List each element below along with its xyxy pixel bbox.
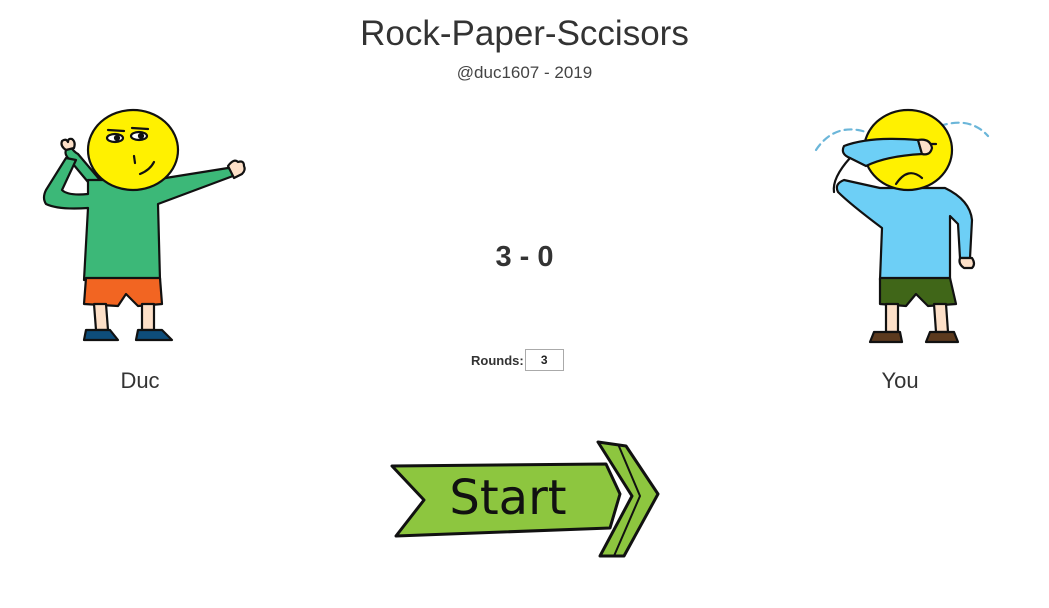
player-right-name: You	[881, 368, 919, 393]
start-label: Start	[449, 470, 566, 526]
rounds-label: Rounds:	[471, 352, 524, 368]
player-left-name: Duc	[120, 368, 160, 393]
player-you-avatar	[810, 108, 995, 353]
start-arrow-icon: Start	[390, 440, 660, 558]
player-duc-avatar	[38, 108, 253, 353]
rounds-control: Rounds:	[471, 348, 564, 372]
page-title: Rock-Paper-Sccisors	[360, 14, 689, 53]
rounds-input[interactable]	[524, 349, 564, 371]
page-subtitle: @duc1607 - 2019	[456, 63, 593, 82]
crying-character-icon	[814, 108, 990, 344]
happy-character-icon	[42, 108, 246, 342]
score-display: 3 - 0	[495, 241, 554, 273]
start-button[interactable]: Start	[388, 438, 660, 568]
